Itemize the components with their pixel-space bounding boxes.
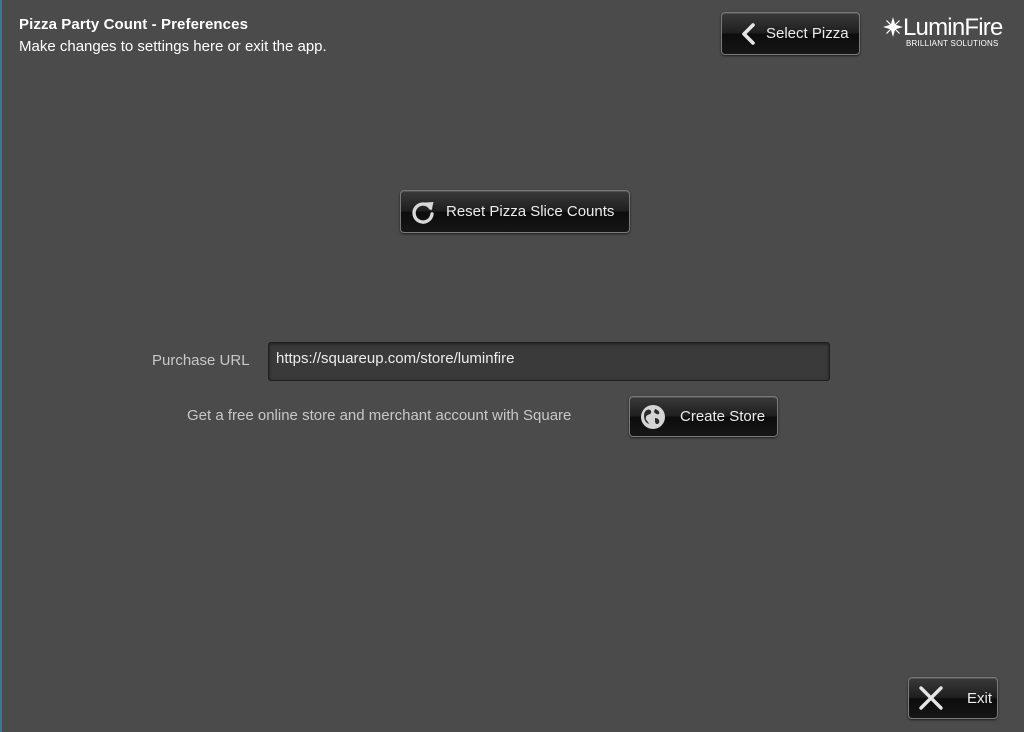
square-store-info: Get a free online store and merchant acc…	[187, 407, 572, 424]
purchase-url-input[interactable]	[268, 342, 830, 381]
create-store-label: Create Store	[680, 408, 766, 425]
refresh-icon	[405, 199, 441, 225]
exit-label: Exit	[967, 689, 993, 707]
close-icon	[913, 684, 949, 712]
select-pizza-label: Select Pizza	[766, 25, 849, 42]
logo-tagline: BRILLIANT SOLUTIONS	[906, 39, 999, 48]
chevron-left-icon	[730, 22, 766, 46]
reset-slice-counts-button[interactable]: Reset Pizza Slice Counts	[400, 190, 630, 233]
logo-name: LuminFire	[903, 14, 1003, 41]
globe-icon	[636, 404, 670, 430]
star-icon	[882, 16, 904, 43]
preferences-window: Pizza Party Count - Preferences Make cha…	[0, 0, 1024, 732]
exit-button[interactable]: Exit	[908, 677, 998, 719]
create-store-button[interactable]: Create Store	[629, 396, 778, 437]
purchase-url-label: Purchase URL	[152, 352, 250, 369]
select-pizza-button[interactable]: Select Pizza	[721, 12, 860, 55]
page-title: Pizza Party Count - Preferences	[19, 16, 249, 33]
page-subtitle: Make changes to settings here or exit th…	[19, 38, 327, 55]
luminfire-logo: LuminFire BRILLIANT SOLUTIONS	[882, 14, 1008, 50]
reset-slice-counts-label: Reset Pizza Slice Counts	[446, 203, 615, 220]
